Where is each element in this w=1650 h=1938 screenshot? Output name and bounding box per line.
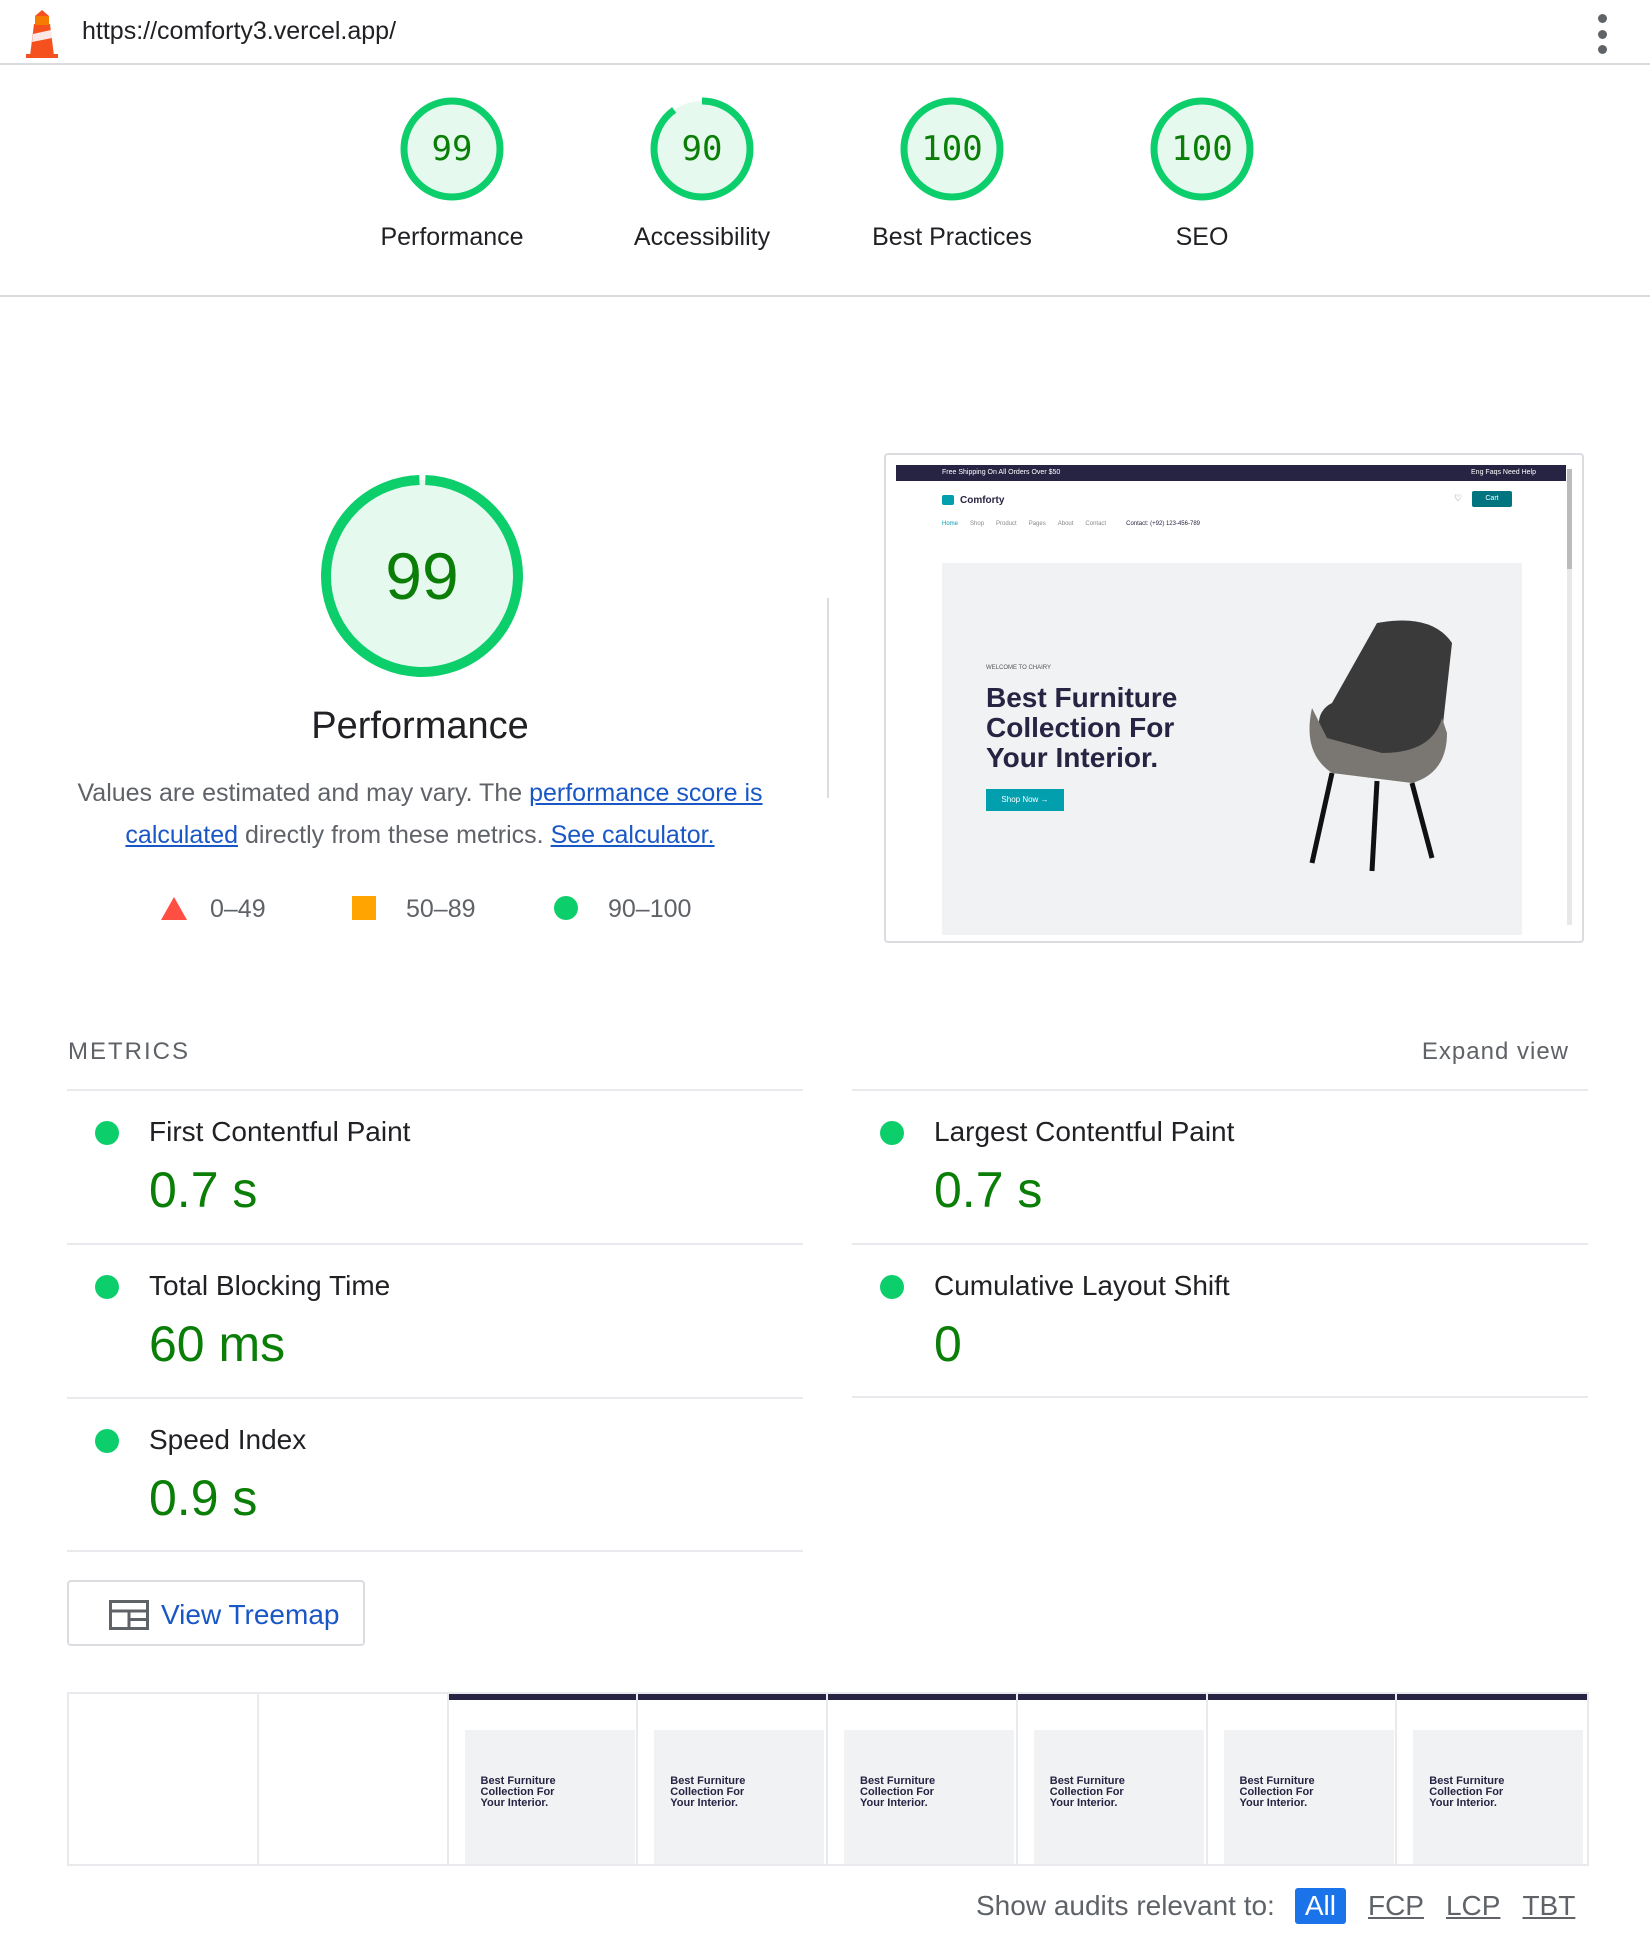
vertical-divider [827,598,829,798]
square-icon [352,896,376,920]
pass-circle-icon [880,1275,904,1299]
brand-name: Comforty [960,495,1005,506]
circle-icon [554,896,578,920]
view-treemap-label: View Treemap [161,1599,340,1630]
gauge-label: Accessibility [633,223,771,251]
site-topbar: Free Shipping On All Orders Over $50 Eng… [896,465,1566,481]
score-gauges: 99 Performance 90 Accessibility 100 Best… [0,65,1650,297]
performance-score-large: 99 [385,539,459,613]
expand-view-button[interactable]: Expand view [1422,1038,1569,1066]
gauge-best-practices[interactable]: 100 Best Practices [862,95,1042,252]
metrics-divider [67,1550,803,1552]
metric-name: Total Blocking Time [149,1270,391,1301]
filmstrip-frame-blank [258,1694,449,1864]
metrics-divider [852,1396,1588,1398]
gauge-score: 100 [921,129,983,169]
metric-value: 0.7 s [149,1162,258,1218]
metric-largest-contentful-paint: Largest Contentful Paint 0.7 s [852,1089,1588,1244]
filmstrip-frame: Best Furniture Collection For Your Inter… [638,1694,828,1864]
site-cart-button: Cart [1472,491,1512,507]
lighthouse-icon [26,10,58,58]
see-calculator-link[interactable]: See calculator. [551,821,715,849]
gauge-performance[interactable]: 99 Performance [362,95,542,252]
treemap-icon [109,1600,149,1630]
filmstrip-frame: Best Furniture Collection For Your Inter… [448,1694,639,1864]
audit-filter: Show audits relevant to: All FCP LCP TBT [976,1888,1575,1924]
filter-all[interactable]: All [1294,1888,1346,1924]
legend-average: 50–89 [352,895,476,924]
filter-fcp[interactable]: FCP [1368,1890,1424,1921]
metric-total-blocking-time: Total Blocking Time 60 ms [67,1243,803,1398]
brand-icon [942,495,954,505]
metric-value: 60 ms [149,1316,286,1372]
filmstrip-frame-blank [69,1694,259,1864]
metric-value: 0 [934,1316,962,1372]
filmstrip: Best Furniture Collection For Your Inter… [67,1692,1589,1866]
pass-circle-icon [95,1429,119,1453]
gauge-seo[interactable]: 100 SEO [1112,95,1292,252]
metric-cumulative-layout-shift: Cumulative Layout Shift 0 [852,1243,1588,1398]
gauge-label: Best Practices [872,223,1032,251]
final-screenshot[interactable]: Free Shipping On All Orders Over $50 Eng… [884,453,1584,943]
triangle-icon [161,897,187,920]
view-treemap-button[interactable]: View Treemap [67,1580,365,1646]
wishlist-icon: ♡ [1454,493,1463,503]
gauge-label: SEO [1175,223,1229,251]
gauge-score: 100 [1171,129,1233,169]
metric-speed-index: Speed Index 0.9 s [67,1397,803,1552]
legend-fail: 0–49 [160,895,266,924]
audit-filter-label: Show audits relevant to: [976,1890,1275,1921]
legend-pass: 90–100 [554,895,691,924]
pass-circle-icon [880,1121,904,1145]
page-url: https://comforty3.vercel.app/ [82,17,397,45]
filmstrip-frame: Best Furniture Collection For Your Inter… [1397,1694,1587,1864]
screenshot-scrollbar[interactable] [1567,469,1572,925]
pass-circle-icon [95,1275,119,1299]
gauge-label: Performance [380,223,524,251]
filmstrip-frame: Best Furniture Collection For Your Inter… [828,1694,1018,1864]
performance-description: Values are estimated and may vary. The p… [77,779,763,849]
hero-heading: Best Furniture Collection For Your Interio… [986,682,1178,773]
gauge-score: 90 [681,129,723,169]
performance-title: Performance [311,705,529,747]
filmstrip-frame: Best Furniture Collection For Your Inter… [1207,1694,1398,1864]
metric-value: 0.9 s [149,1470,258,1526]
metric-name: Cumulative Layout Shift [934,1270,1230,1301]
shop-now-button: Shop Now → [986,789,1064,811]
metric-value: 0.7 s [934,1162,1043,1218]
top-bar: https://comforty3.vercel.app/ [0,0,1650,65]
filter-tbt[interactable]: TBT [1522,1890,1575,1921]
site-nav-links: Home Shop Product Pages About Contact Contact:… [942,521,1200,527]
filmstrip-frame: Best Furniture Collection For Your Inter… [1017,1694,1208,1864]
site-hero: WELCOME TO CHAIRY Best Furniture Collecti… [942,563,1522,935]
gauge-accessibility[interactable]: 90 Accessibility [612,95,792,252]
site-nav: Comforty ♡ Cart Home Shop Product Pages Abou… [896,481,1566,541]
metrics-heading: METRICS [68,1038,190,1065]
gauge-score: 99 [431,129,473,169]
chair-image [1309,620,1452,872]
filter-lcp[interactable]: LCP [1446,1890,1500,1921]
more-options-icon[interactable] [1590,14,1614,54]
hero-kicker: WELCOME TO CHAIRY [986,665,1052,671]
metric-name: Speed Index [149,1424,307,1455]
metric-name: Largest Contentful Paint [934,1116,1235,1147]
pass-circle-icon [95,1121,119,1145]
metric-name: First Contentful Paint [149,1116,411,1147]
metric-first-contentful-paint: First Contentful Paint 0.7 s [67,1089,803,1244]
